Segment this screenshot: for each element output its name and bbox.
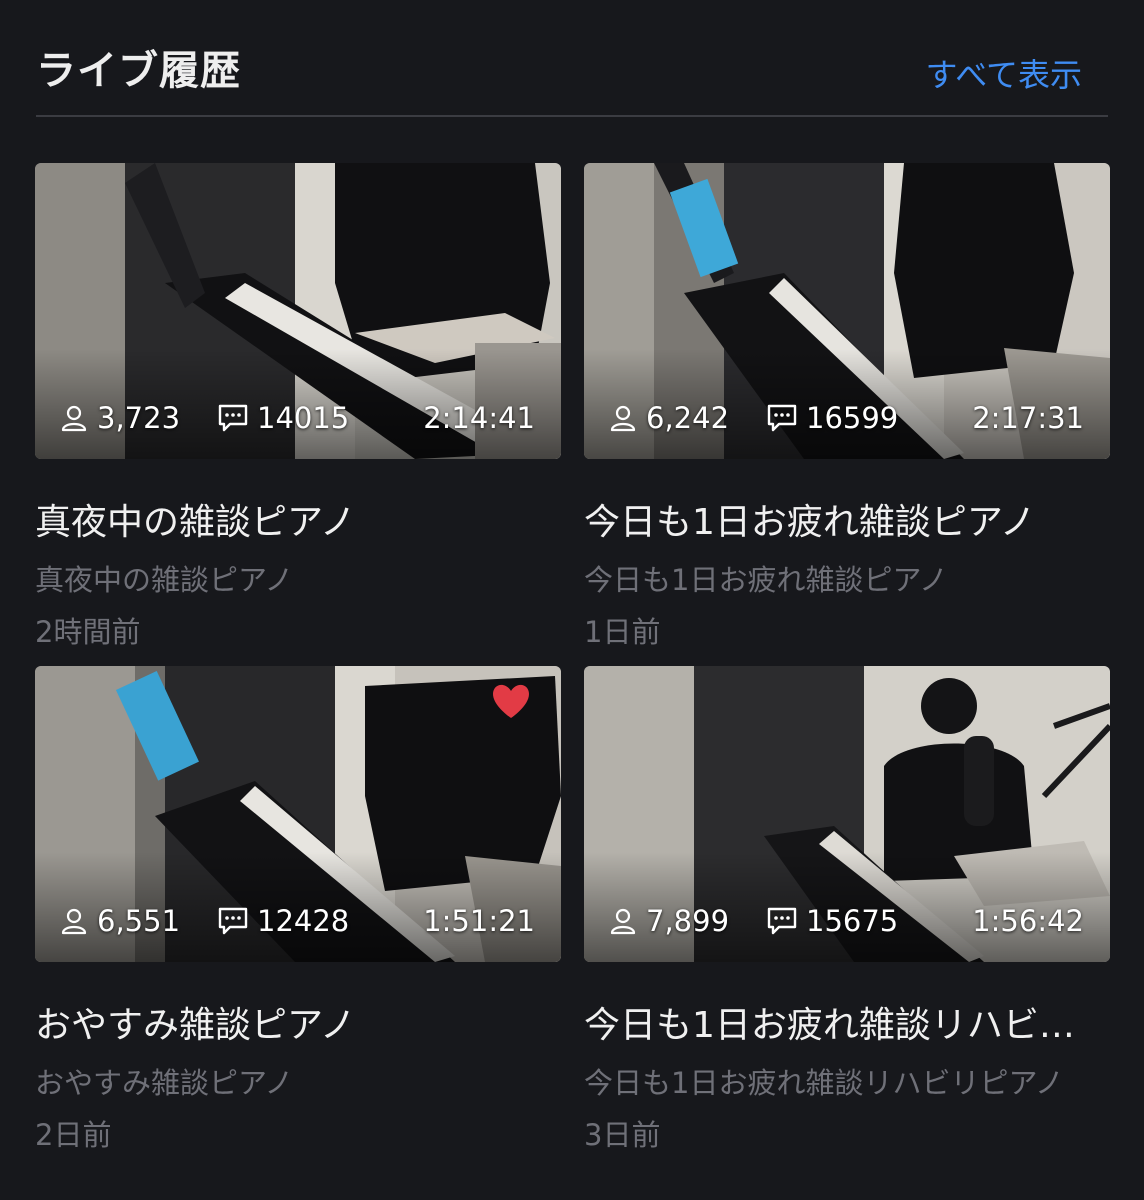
video-subtitle: おやすみ雑談ピアノ (35, 1066, 294, 1100)
comment-count: 14015 (217, 399, 349, 437)
video-thumbnail[interactable]: 6,242 16599 2:17:31 (584, 163, 1110, 459)
video-time-ago: 3日前 (584, 1118, 661, 1152)
video-stats: 6,242 16599 2:17:31 (608, 399, 1084, 437)
person-icon (610, 908, 636, 935)
comment-count-value: 14015 (257, 401, 350, 435)
video-stats: 6,551 12428 1:51:21 (59, 902, 535, 940)
viewer-count-value: 7,899 (646, 904, 730, 938)
comment-count: 16599 (766, 399, 898, 437)
comment-count: 15675 (766, 902, 898, 940)
video-subtitle: 今日も1日お疲れ雑談ピアノ (584, 563, 948, 597)
video-card[interactable]: 6,242 16599 2:17:31 今日も1日お疲れ雑談ピアノ 今日も1日お… (584, 163, 1110, 651)
video-time-ago: 2時間前 (35, 615, 141, 649)
video-card[interactable]: 7,899 15675 1:56:42 今日も1日お疲れ雑談リハビリピアノ 今日… (584, 666, 1110, 1154)
comment-count-value: 16599 (806, 401, 899, 435)
person-icon (610, 405, 636, 432)
section-header: ライブ履歴 すべて表示 (36, 0, 1108, 117)
video-title[interactable]: 今日も1日お疲れ雑談ピアノ (584, 493, 1104, 545)
viewer-count-value: 3,723 (97, 401, 181, 435)
video-thumbnail[interactable]: 6,551 12428 1:51:21 (35, 666, 561, 962)
video-thumbnail[interactable]: 3,723 14015 2:14:41 (35, 163, 561, 459)
comment-bubble-icon (767, 404, 797, 432)
video-subtitle: 今日も1日お疲れ雑談リハビリピアノ (584, 1066, 1064, 1100)
video-duration: 2:17:31 (972, 401, 1084, 435)
video-title[interactable]: おやすみ雑談ピアノ (35, 996, 555, 1048)
video-title[interactable]: 真夜中の雑談ピアノ (35, 493, 555, 545)
comment-count: 12428 (217, 902, 349, 940)
viewer-count: 3,723 (59, 399, 180, 437)
video-time-ago: 2日前 (35, 1118, 112, 1152)
see-all-link[interactable]: すべて表示 (926, 50, 1082, 96)
video-title[interactable]: 今日も1日お疲れ雑談リハビリピアノ (584, 996, 1104, 1048)
comment-count-value: 15675 (806, 904, 899, 938)
person-icon (61, 405, 87, 432)
viewer-count-value: 6,242 (646, 401, 730, 435)
video-duration: 2:14:41 (423, 401, 535, 435)
section-title: ライブ履歴 (36, 48, 241, 94)
video-time-ago: 1日前 (584, 615, 661, 649)
person-icon (61, 908, 87, 935)
comment-bubble-icon (218, 907, 248, 935)
video-stats: 7,899 15675 1:56:42 (608, 902, 1084, 940)
viewer-count: 6,242 (608, 399, 729, 437)
video-thumbnail[interactable]: 7,899 15675 1:56:42 (584, 666, 1110, 962)
comment-bubble-icon (218, 404, 248, 432)
video-duration: 1:56:42 (972, 904, 1084, 938)
video-card[interactable]: 6,551 12428 1:51:21 おやすみ雑談ピアノ おやすみ雑談ピアノ … (35, 666, 561, 1154)
video-stats: 3,723 14015 2:14:41 (59, 399, 535, 437)
video-card[interactable]: 3,723 14015 2:14:41 真夜中の雑談ピアノ 真夜中の雑談ピアノ … (35, 163, 561, 651)
viewer-count: 7,899 (608, 902, 729, 940)
viewer-count-value: 6,551 (97, 904, 181, 938)
video-duration: 1:51:21 (423, 904, 535, 938)
video-subtitle: 真夜中の雑談ピアノ (35, 563, 294, 597)
comment-count-value: 12428 (257, 904, 350, 938)
comment-bubble-icon (767, 907, 797, 935)
viewer-count: 6,551 (59, 902, 180, 940)
